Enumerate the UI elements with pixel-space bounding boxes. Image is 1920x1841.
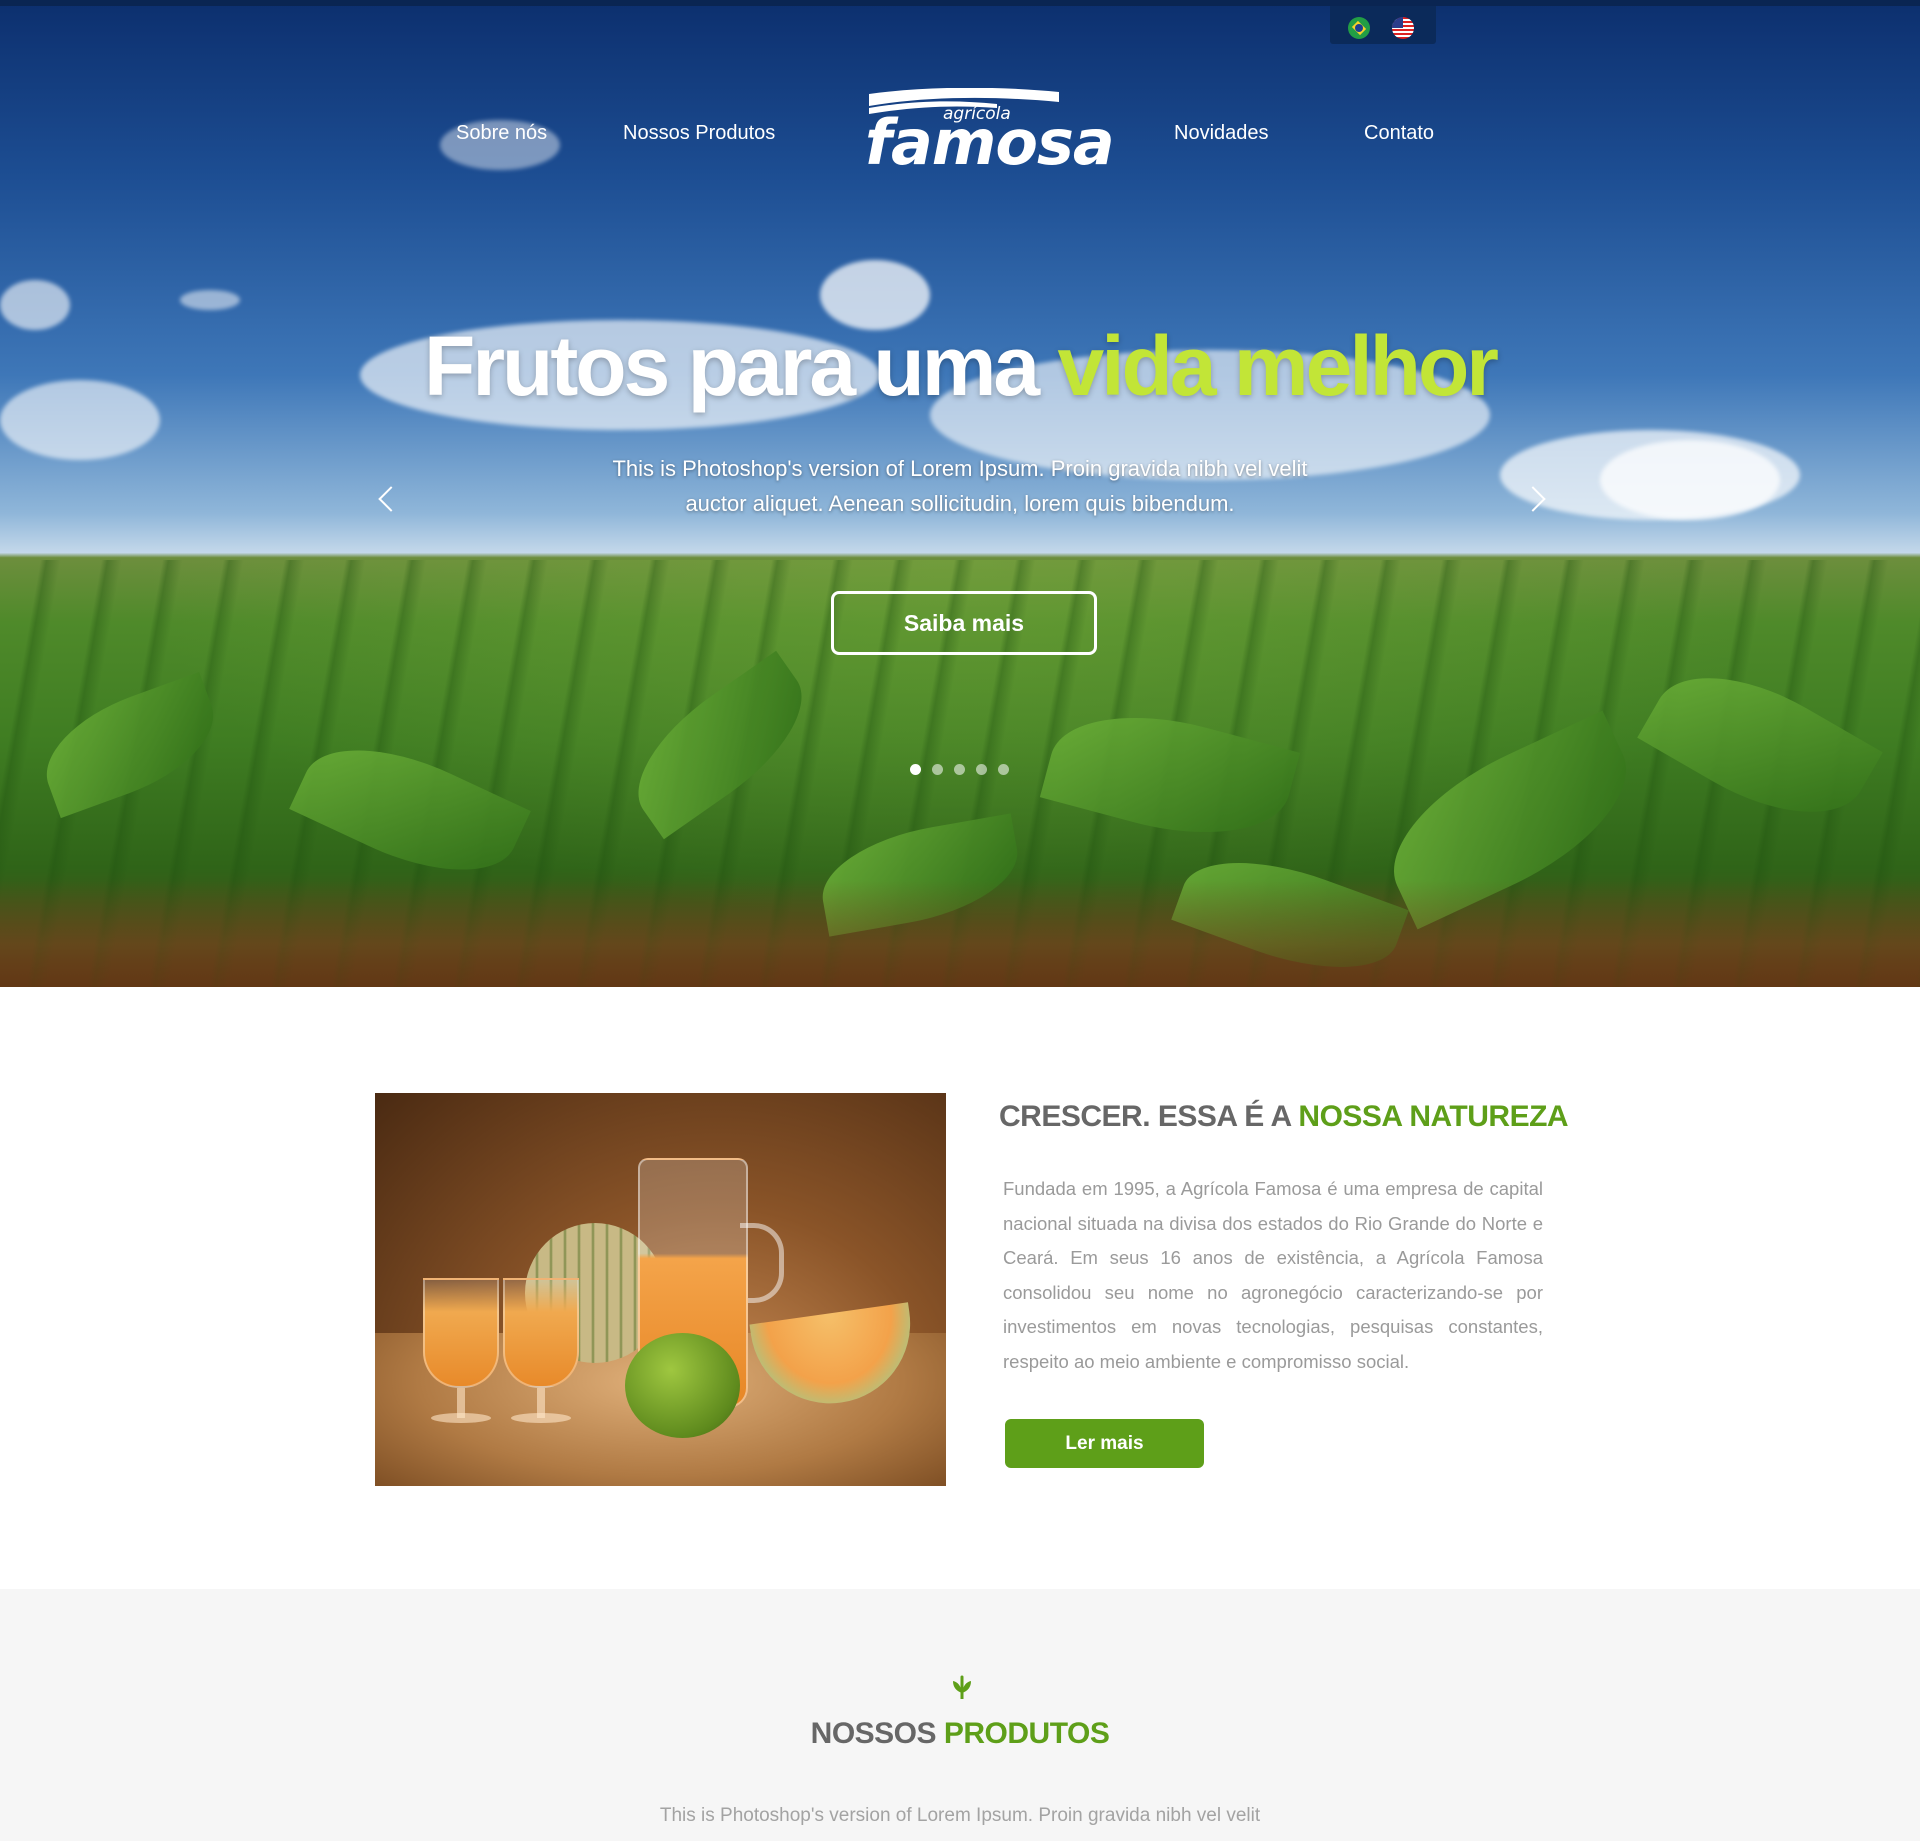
cloud <box>180 290 240 310</box>
products-title-main: NOSSOS <box>810 1717 937 1750</box>
about-title: CRESCER. ESSA É A NOSSA NATUREZA <box>999 1100 1569 1134</box>
about-title-accent: NOSSA NATUREZA <box>1298 1100 1569 1133</box>
products-text: This is Photoshop's version of Lorem Ips… <box>659 1805 1261 1826</box>
logo[interactable]: agrícola famosa <box>863 84 1115 179</box>
photo-glass <box>423 1278 499 1388</box>
flag-usa-icon[interactable] <box>1392 17 1414 39</box>
juice-fruit-photo <box>375 1093 946 1486</box>
hero-subtitle-line2: auctor aliquet. Aenean sollicitudin, lor… <box>685 491 1235 516</box>
hero-title-accent: vida melhor <box>1057 319 1499 413</box>
slider-prev-arrow-icon[interactable] <box>372 484 402 514</box>
photo-mango <box>625 1333 740 1438</box>
nav-novidades[interactable]: Novidades <box>1174 122 1269 145</box>
flag-brazil-icon[interactable] <box>1348 17 1370 39</box>
about-paragraph: Fundada em 1995, a Agrícola Famosa é uma… <box>1003 1178 1543 1372</box>
slider-dot-1[interactable] <box>910 764 921 775</box>
photo-glass-base <box>431 1413 491 1423</box>
photo-glass-base <box>511 1413 571 1423</box>
slider-next-arrow-icon[interactable] <box>1522 484 1552 514</box>
logo-famosa: famosa <box>865 106 1115 179</box>
hero-subtitle: This is Photoshop's version of Lorem Ips… <box>560 451 1360 521</box>
products-section: NOSSOS PRODUTOS This is Photoshop's vers… <box>0 1589 1920 1841</box>
hero-subtitle-line1: This is Photoshop's version of Lorem Ips… <box>612 456 1308 481</box>
slider-dot-4[interactable] <box>976 764 987 775</box>
saiba-mais-button[interactable]: Saiba mais <box>831 591 1097 655</box>
ler-mais-button[interactable]: Ler mais <box>1005 1419 1204 1468</box>
cloud <box>1600 440 1780 520</box>
slider-dot-3[interactable] <box>954 764 965 775</box>
language-switcher <box>1330 6 1436 44</box>
products-title-accent: PRODUTOS <box>943 1717 1110 1750</box>
hero-title-main: Frutos para uma <box>424 319 1040 413</box>
slider-dot-2[interactable] <box>932 764 943 775</box>
nav-contato[interactable]: Contato <box>1364 122 1434 145</box>
soil <box>0 880 1920 987</box>
sprout-icon <box>953 1675 971 1699</box>
nav-sobre-nos[interactable]: Sobre nós <box>456 122 547 145</box>
slider-pagination <box>910 764 1009 776</box>
hero-slider: Sobre nós Nossos Produtos Novidades Cont… <box>0 0 1920 987</box>
products-title: NOSSOS PRODUTOS <box>0 1717 1920 1751</box>
hero-title: Frutos para uma vida melhor <box>0 318 1920 415</box>
about-title-main: CRESCER. ESSA É A <box>999 1100 1291 1133</box>
top-strip <box>0 0 1920 6</box>
nav-nossos-produtos[interactable]: Nossos Produtos <box>623 122 775 145</box>
photo-glass <box>503 1278 579 1388</box>
slider-dot-5[interactable] <box>998 764 1009 775</box>
